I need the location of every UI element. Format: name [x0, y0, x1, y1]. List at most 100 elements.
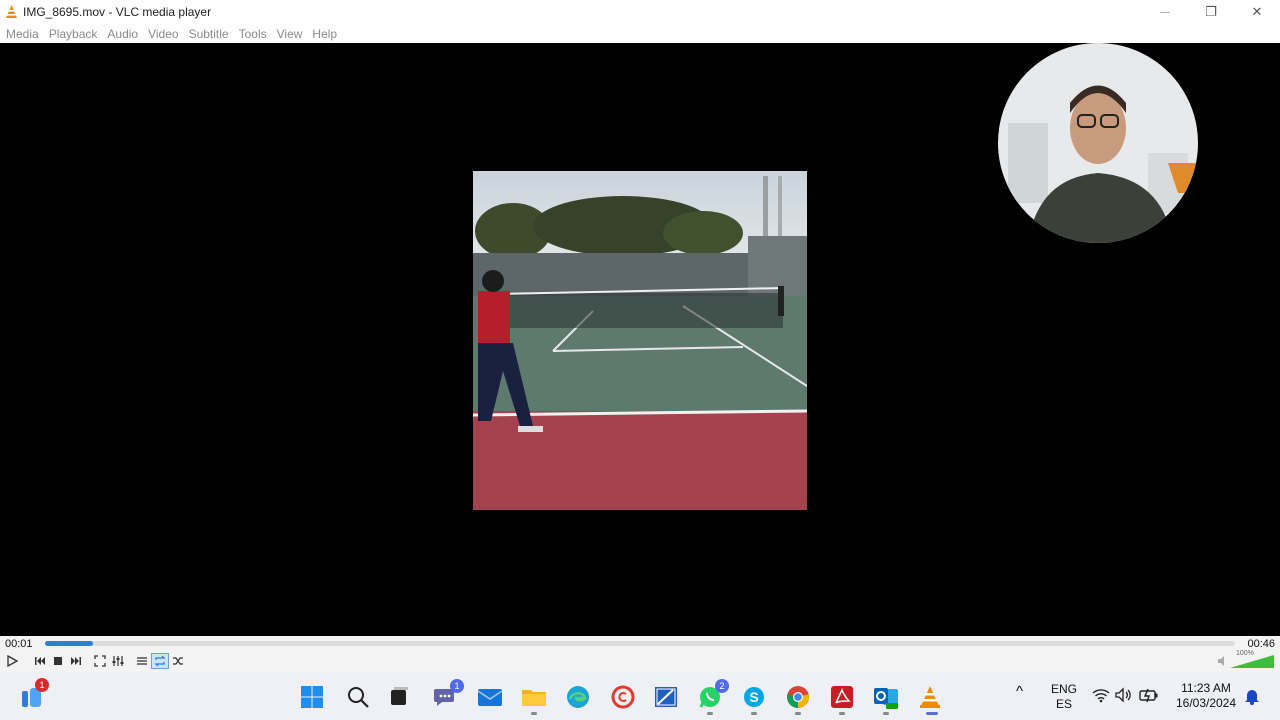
close-button[interactable]: ✕	[1234, 0, 1280, 24]
running-indicator	[839, 712, 845, 715]
video-output[interactable]	[0, 43, 1280, 636]
battery-button[interactable]	[1139, 685, 1159, 705]
fullscreen-icon	[94, 655, 106, 667]
task-view-icon	[391, 687, 408, 705]
windows-logo-icon	[301, 686, 323, 708]
extended-settings-button[interactable]	[109, 653, 127, 669]
whatsapp-badge: 2	[715, 679, 729, 693]
playlist-button[interactable]	[133, 653, 151, 669]
seek-bar[interactable]	[45, 641, 1235, 646]
bell-icon	[1245, 690, 1259, 705]
maximize-button[interactable]: ❐	[1188, 0, 1234, 24]
wifi-button[interactable]	[1092, 685, 1110, 705]
menu-bar: Media Playback Audio Video Subtitle Tool…	[0, 24, 1280, 43]
running-indicator	[707, 712, 713, 715]
outlook-button[interactable]	[873, 684, 899, 710]
menu-video[interactable]: Video	[144, 27, 182, 41]
seek-progress	[45, 641, 93, 646]
previous-button[interactable]	[31, 653, 49, 669]
svg-text:S: S	[749, 689, 758, 705]
mail-icon	[477, 689, 503, 706]
fullscreen-button[interactable]	[91, 653, 109, 669]
total-duration: 00:46	[1247, 638, 1275, 650]
stop-button[interactable]	[49, 653, 67, 669]
edge-button[interactable]	[565, 684, 591, 710]
video-frame	[473, 171, 807, 510]
shuffle-icon	[173, 657, 183, 665]
start-button[interactable]	[299, 684, 325, 710]
vlc-button[interactable]	[917, 684, 943, 710]
wifi-icon	[1092, 689, 1110, 703]
search-button[interactable]	[345, 684, 371, 710]
menu-subtitle[interactable]: Subtitle	[185, 27, 233, 41]
clock[interactable]: 11:23 AM 16/03/2024	[1168, 681, 1244, 711]
outlook-icon	[874, 688, 898, 709]
widgets-button[interactable]: 1	[19, 678, 49, 710]
shuffle-button[interactable]	[169, 653, 187, 669]
window-title: IMG_8695.mov - VLC media player	[23, 5, 212, 19]
play-button[interactable]	[3, 653, 21, 669]
next-button[interactable]	[67, 653, 85, 669]
notifications-button[interactable]	[1243, 687, 1261, 705]
speaker-icon	[1115, 687, 1131, 703]
menu-help[interactable]: Help	[308, 27, 341, 41]
maximize-icon: ❐	[1205, 4, 1217, 19]
active-app-indicator	[926, 712, 938, 715]
whatsapp-button[interactable]: 2	[697, 679, 729, 710]
show-hidden-icons-chevron[interactable]: ^	[1016, 684, 1023, 699]
search-icon	[348, 687, 369, 708]
teams-badge: 1	[450, 679, 464, 693]
running-indicator	[795, 712, 801, 715]
play-icon	[7, 655, 18, 667]
clock-date: 16/03/2024	[1175, 696, 1237, 710]
clock-time: 11:23 AM	[1181, 681, 1231, 695]
widgets-badge: 1	[35, 678, 49, 692]
pdf-reader-icon	[831, 686, 853, 708]
equalizer-icon	[112, 656, 124, 666]
skype-button[interactable]: S	[741, 684, 767, 710]
language-indicator[interactable]: ENG ES	[1046, 682, 1082, 712]
folder-icon	[522, 690, 546, 706]
menu-view[interactable]: View	[273, 27, 307, 41]
volume-control[interactable]: 100%	[1216, 650, 1276, 669]
title-bar: IMG_8695.mov - VLC media player — ❐ ✕	[0, 0, 1280, 24]
menu-tools[interactable]: Tools	[235, 27, 271, 41]
ccleaner-icon	[611, 685, 635, 709]
task-view-button[interactable]	[386, 684, 412, 710]
volume-tray-button[interactable]	[1115, 685, 1133, 705]
skype-icon: S	[744, 687, 764, 707]
screen: IMG_8695.mov - VLC media player — ❐ ✕ Me…	[0, 0, 1280, 720]
loop-icon	[154, 655, 166, 667]
elapsed-time: 00:01	[5, 638, 33, 650]
volume-percent: 100%	[1236, 650, 1254, 657]
chrome-icon	[787, 686, 809, 708]
ccleaner-button[interactable]	[610, 684, 636, 710]
mail-button[interactable]	[477, 684, 503, 710]
next-icon	[71, 657, 81, 665]
menu-playback[interactable]: Playback	[45, 27, 102, 41]
chrome-button[interactable]	[785, 684, 811, 710]
speaker-icon	[1218, 656, 1224, 666]
playlist-icon	[137, 657, 147, 665]
playback-controls: 00:01 00:46 100%	[0, 636, 1280, 672]
snipping-tool-button[interactable]	[653, 684, 679, 710]
webcam-overlay	[998, 43, 1198, 243]
running-indicator	[751, 712, 757, 715]
menu-audio[interactable]: Audio	[103, 27, 142, 41]
webcam-person-image	[998, 43, 1198, 243]
menu-media[interactable]: Media	[2, 27, 43, 41]
previous-icon	[35, 657, 45, 665]
acrobat-button[interactable]	[829, 684, 855, 710]
vlc-cone-icon	[4, 5, 18, 19]
minimize-button[interactable]: —	[1142, 0, 1188, 24]
file-explorer-button[interactable]	[521, 684, 547, 710]
running-indicator	[531, 712, 537, 715]
close-icon: ✕	[1251, 4, 1263, 19]
loop-button[interactable]	[151, 653, 169, 669]
running-indicator	[883, 712, 889, 715]
battery-charging-icon	[1139, 688, 1158, 703]
teams-chat-button[interactable]: 1	[432, 679, 464, 710]
minimize-icon: —	[1160, 6, 1170, 18]
edge-icon	[567, 686, 589, 708]
taskbar: 1 1 2 S ^ ENG ES 11:23 AM 16/03/2024	[0, 672, 1280, 720]
